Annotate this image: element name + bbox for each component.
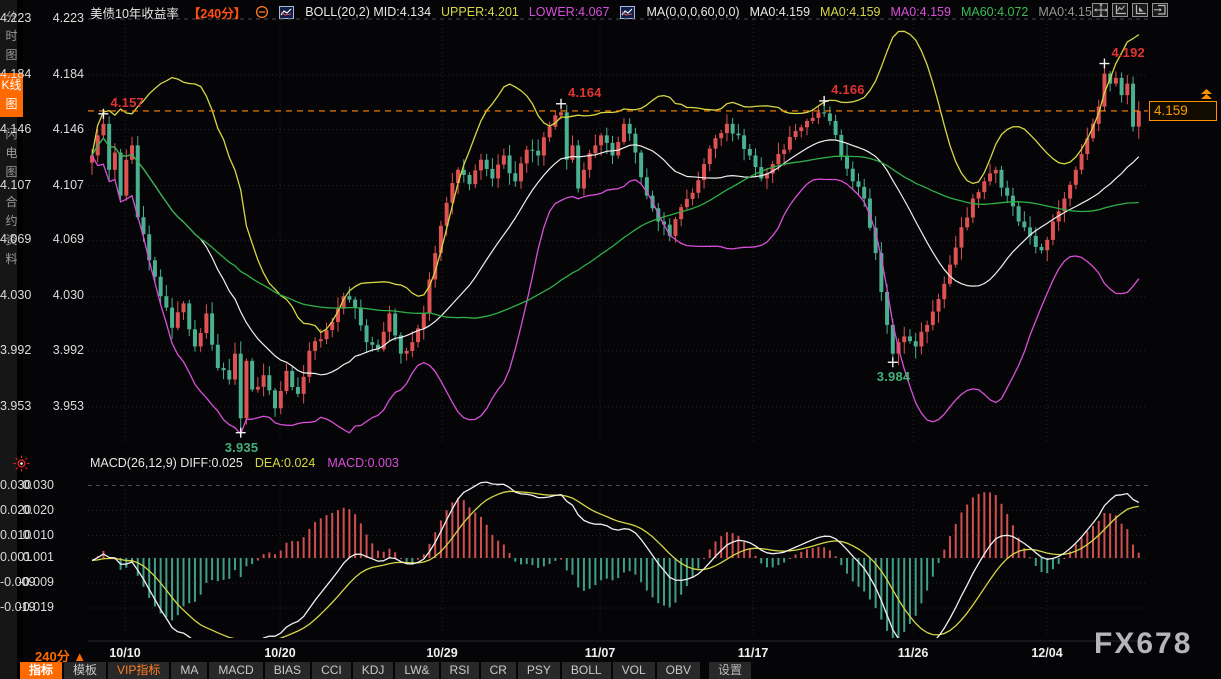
current-price-value: 4.159 — [1154, 103, 1188, 118]
toolbar-button-LW&[interactable]: LW& — [395, 662, 438, 679]
toolbar-button-BIAS[interactable]: BIAS — [265, 662, 310, 679]
watermark: FX678 — [1094, 627, 1192, 661]
toolbar-button-MACD[interactable]: MACD — [209, 662, 262, 679]
toolbar-button-BOLL[interactable]: BOLL — [562, 662, 611, 679]
toolbar-button-VIP指标[interactable]: VIP指标 — [108, 662, 169, 679]
toolbar-button-OBV[interactable]: OBV — [657, 662, 700, 679]
toolbar-button-KDJ[interactable]: KDJ — [353, 662, 394, 679]
toolbar-button-VOL[interactable]: VOL — [613, 662, 655, 679]
toolbar-button-CR[interactable]: CR — [481, 662, 516, 679]
indicator-toolbar: 指标模板VIP指标MAMACDBIASCCIKDJLW&RSICRPSYBOLL… — [20, 662, 751, 679]
toolbar-button-PSY[interactable]: PSY — [518, 662, 560, 679]
toolbar-button-指标[interactable]: 指标 — [20, 662, 62, 679]
toolbar-button-设置[interactable]: 设置 — [709, 662, 751, 679]
toolbar-button-MA[interactable]: MA — [171, 662, 207, 679]
toolbar-button-RSI[interactable]: RSI — [441, 662, 479, 679]
toolbar-button-CCI[interactable]: CCI — [312, 662, 351, 679]
price-up-arrow-icon — [1200, 88, 1213, 106]
chart-canvas[interactable] — [0, 0, 1221, 679]
toolbar-button-模板[interactable]: 模板 — [64, 662, 106, 679]
app-root: 分时图K线图闪电图合约资料 美债10年收益率 【240分】 BOLL(20,2)… — [0, 0, 1221, 679]
